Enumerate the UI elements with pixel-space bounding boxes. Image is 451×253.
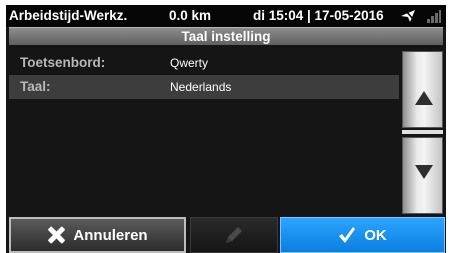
cancel-button[interactable]: Annuleren	[9, 217, 186, 253]
status-datetime: di 15:04 | 17-05-2016	[253, 8, 384, 23]
edit-button[interactable]	[190, 217, 278, 253]
pencil-icon	[226, 227, 242, 243]
setting-row-language[interactable]: Taal: Nederlands	[9, 75, 399, 99]
navigation-arrow-icon	[401, 10, 415, 22]
status-bar: Arbeidstijd-Werkz. 0.0 km di 15:04 | 17-…	[6, 5, 446, 27]
status-app-name: Arbeidstijd-Werkz.	[9, 8, 128, 23]
ok-label: OK	[364, 226, 387, 244]
settings-list: Toetsenbord: Qwerty Taal: Nederlands	[9, 51, 399, 99]
setting-value: Qwerty	[170, 56, 209, 70]
triangle-up-icon	[415, 91, 433, 105]
page-title: Taal instelling	[9, 27, 443, 45]
ok-button[interactable]: OK	[280, 217, 445, 253]
scroll-down-button[interactable]	[402, 137, 443, 214]
setting-label: Taal:	[20, 79, 51, 94]
cancel-label: Annuleren	[73, 226, 148, 244]
scroll-up-button[interactable]	[402, 51, 443, 128]
setting-value: Nederlands	[170, 80, 232, 94]
checkmark-icon	[339, 227, 356, 243]
triangle-down-icon	[415, 165, 433, 179]
status-distance: 0.0 km	[169, 8, 212, 23]
x-icon	[47, 226, 65, 244]
app-frame: Arbeidstijd-Werkz. 0.0 km di 15:04 | 17-…	[6, 5, 446, 253]
setting-label: Toetsenbord:	[20, 55, 106, 70]
scroll-divider	[402, 130, 443, 134]
signal-bars-icon	[427, 10, 441, 23]
setting-row-keyboard[interactable]: Toetsenbord: Qwerty	[9, 51, 399, 75]
